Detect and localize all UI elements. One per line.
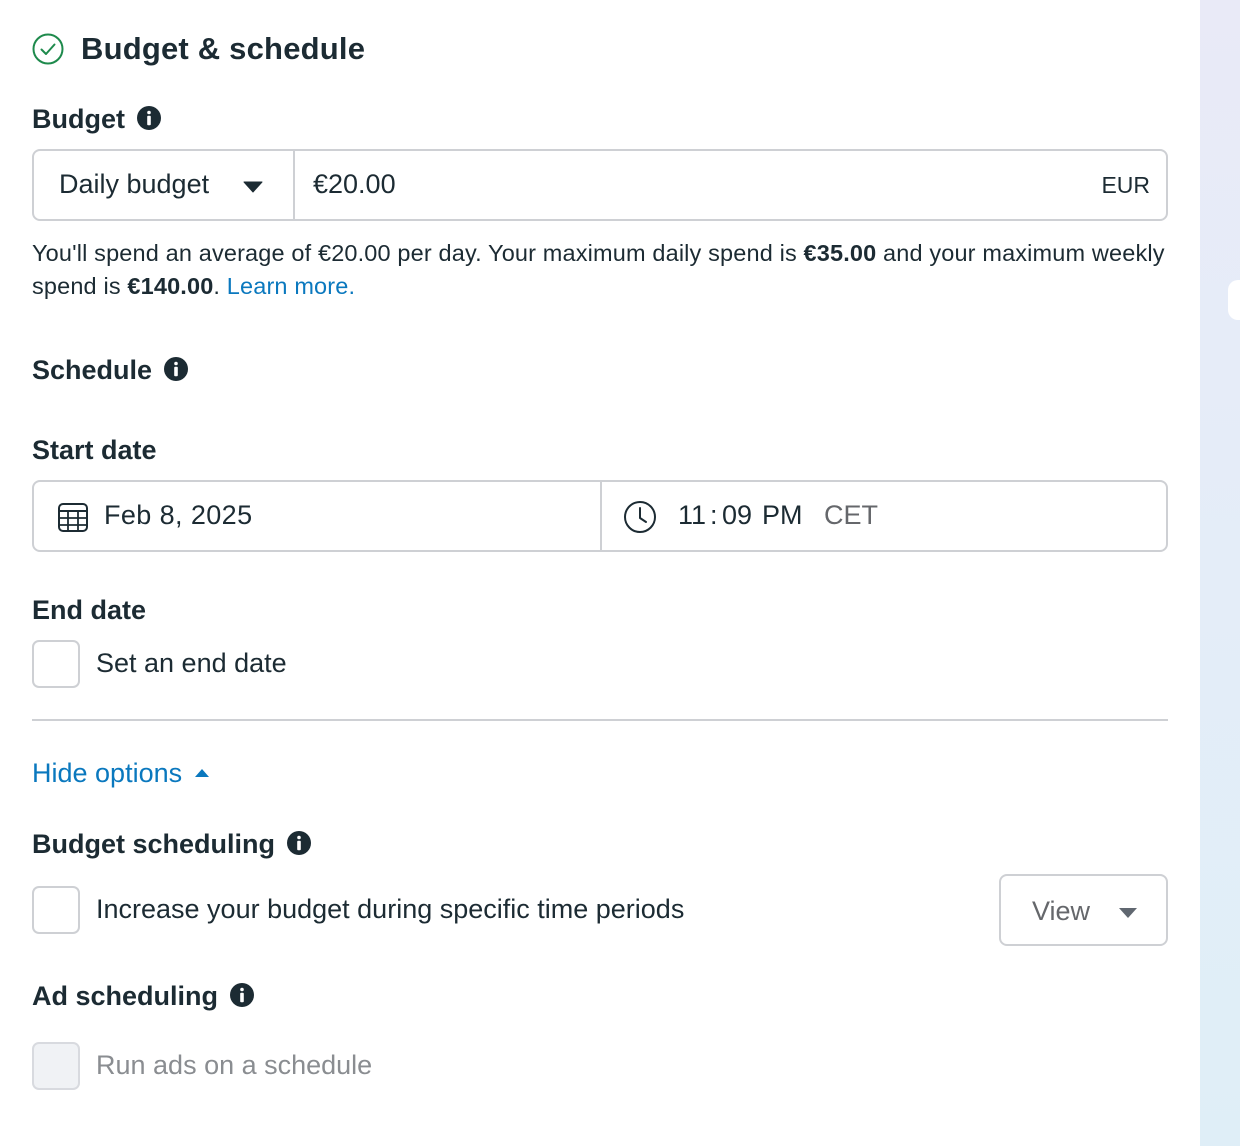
start-datetime-group: Feb 8, 2025 11 : 09 PM CET [32, 480, 1168, 552]
caret-down-icon [1118, 906, 1138, 924]
budget-input-group: Daily budget €20.00 EUR [32, 149, 1168, 221]
budget-scheduling-checkbox-label[interactable]: Increase your budget during specific tim… [96, 894, 684, 925]
side-panel-edge [1228, 280, 1240, 320]
budget-description: You'll spend an average of €20.00 per da… [32, 237, 1182, 303]
max-daily-spend: €35.00 [803, 240, 877, 266]
schedule-heading: Schedule [32, 355, 188, 386]
info-icon[interactable] [163, 356, 188, 381]
view-dropdown-button[interactable]: View [999, 874, 1168, 946]
budget-heading-label: Budget [32, 104, 125, 134]
budget-type-dropdown[interactable]: Daily budget [34, 151, 295, 219]
budget-description-text-3: . [213, 273, 221, 299]
ad-scheduling-checkbox-label: Run ads on a schedule [96, 1050, 373, 1080]
schedule-heading-label: Schedule [32, 355, 153, 385]
clock-icon [623, 500, 657, 539]
caret-down-icon [243, 180, 263, 198]
divider [32, 719, 1168, 721]
time-separator: : [710, 500, 718, 530]
budget-scheduling-checkbox[interactable] [32, 886, 80, 934]
start-time-ampm[interactable]: PM [762, 500, 803, 531]
max-weekly-spend: €140.00 [127, 273, 214, 299]
end-date-checkbox-label[interactable]: Set an end date [96, 648, 287, 679]
start-time-hour[interactable]: 11 [678, 500, 706, 531]
budget-heading: Budget [32, 104, 161, 135]
budget-amount-value: €20.00 [313, 169, 396, 199]
learn-more-link[interactable]: Learn more. [227, 273, 355, 299]
info-icon[interactable] [229, 982, 254, 1007]
ad-scheduling-heading: Ad scheduling [32, 981, 254, 1012]
start-date-value: Feb 8, 2025 [104, 500, 253, 530]
ad-scheduling-heading-label: Ad scheduling [32, 981, 219, 1011]
calendar-icon [57, 501, 89, 538]
budget-scheduling-heading-label: Budget scheduling [32, 829, 275, 859]
timezone-label: CET [824, 500, 878, 530]
budget-type-label: Daily budget [59, 169, 210, 199]
budget-scheduling-heading: Budget scheduling [32, 829, 311, 860]
info-icon[interactable] [136, 105, 161, 130]
view-button-label: View [1032, 896, 1091, 926]
end-date-heading: End date [32, 595, 147, 625]
caret-up-icon [194, 754, 210, 785]
hide-options-label: Hide options [32, 758, 183, 788]
section-title: Budget & schedule [81, 31, 366, 66]
info-icon[interactable] [286, 830, 311, 855]
start-time-minute[interactable]: 09 [722, 500, 752, 531]
budget-schedule-panel: Budget & schedule Budget Daily budget €2… [0, 0, 1200, 1146]
ad-scheduling-checkbox [32, 1042, 80, 1090]
start-date-input[interactable]: Feb 8, 2025 [34, 482, 602, 550]
start-date-heading: Start date [32, 435, 157, 465]
start-time-input[interactable]: 11 : 09 PM CET [602, 482, 1166, 550]
currency-label: EUR [1101, 172, 1150, 198]
hide-options-toggle[interactable]: Hide options [32, 758, 210, 789]
budget-description-text-1: You'll spend an average of €20.00 per da… [32, 240, 804, 266]
check-circle-icon [32, 33, 64, 70]
end-date-checkbox[interactable] [32, 640, 80, 688]
budget-amount-input[interactable]: €20.00 EUR [295, 151, 1166, 219]
